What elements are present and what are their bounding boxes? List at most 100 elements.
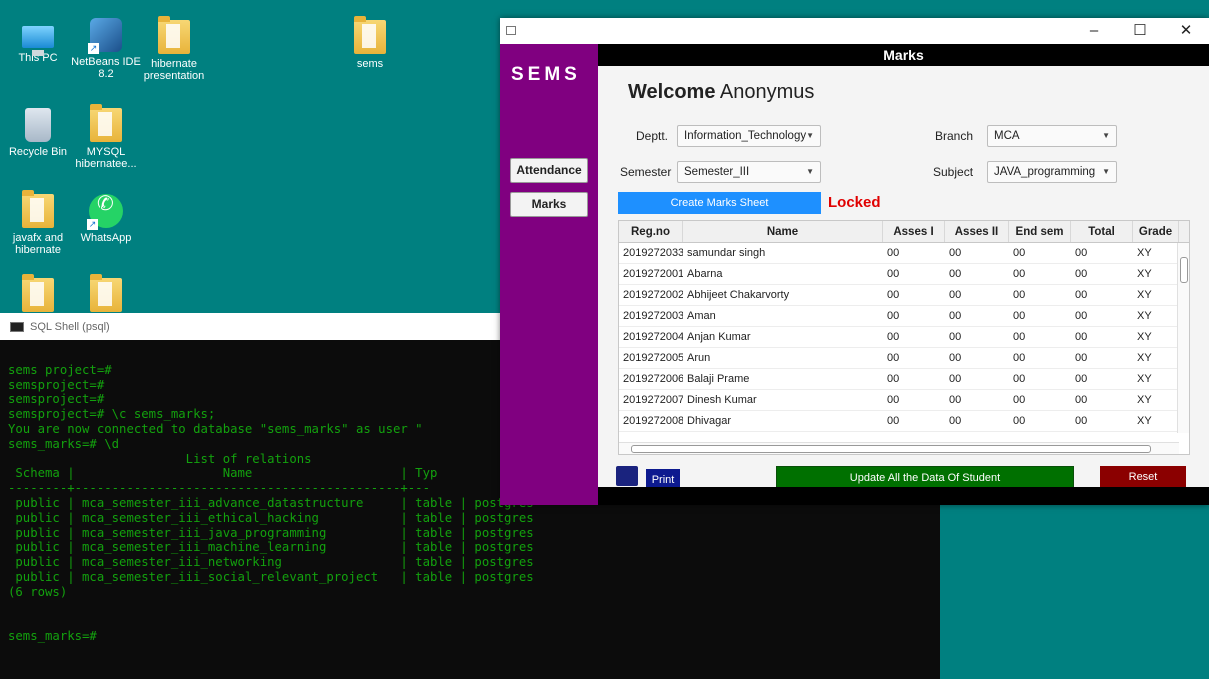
terminal-line: public | mca_semester_iii_machine_learni…	[8, 540, 534, 555]
table-cell: Dhivagar	[687, 415, 732, 427]
chevron-down-icon: ▼	[1102, 167, 1110, 176]
semester-select[interactable]: Semester_III ▼	[677, 161, 821, 183]
table-cell: 2019272002	[623, 289, 683, 301]
table-row[interactable]: 2019272004 Anjan Kumar 00 00 00 00 XY	[619, 327, 1189, 348]
table-cell: 00	[949, 373, 962, 385]
desktop-icon-netbeans[interactable]: NetBeans IDE 8.2	[70, 18, 142, 80]
table-cell: 00	[887, 415, 900, 427]
table-cell: 00	[1013, 289, 1026, 301]
vertical-scrollbar[interactable]	[1177, 243, 1189, 433]
folder-icon	[22, 190, 54, 228]
horizontal-scrollbar[interactable]	[619, 442, 1179, 454]
desktop-icon-label: hibernate presentation	[143, 58, 205, 82]
subject-select[interactable]: JAVA_programming ▼	[987, 161, 1117, 183]
column-header[interactable]: Total	[1071, 221, 1133, 242]
main-panel: Marks Welcome Anonymus Deptt. Informatio…	[598, 44, 1209, 505]
deptt-label: Deptt.	[636, 129, 669, 143]
desktop-icon-mysql-hibernate[interactable]: MYSQL hibernatee...	[70, 104, 142, 170]
terminal-line: public | mca_semester_iii_ethical_hackin…	[8, 510, 534, 525]
attendance-button[interactable]: Attendance	[510, 158, 588, 183]
table-row[interactable]: 2019272002 Abhijeet Chakarvorty 00 00 00 00 XY	[619, 285, 1189, 306]
subject-label: Subject	[933, 165, 974, 179]
table-cell: XY	[1137, 394, 1152, 406]
table-cell: 00	[887, 289, 900, 301]
branch-select[interactable]: MCA ▼	[987, 125, 1117, 147]
user-name: Anonymus	[719, 81, 815, 103]
table-cell: 2019272004	[623, 331, 683, 343]
minimize-button[interactable]: –	[1071, 18, 1117, 44]
reset-button[interactable]: Reset	[1100, 466, 1186, 489]
table-cell: 00	[1075, 247, 1088, 259]
maximize-button[interactable]: ☐	[1117, 18, 1163, 44]
table-cell: 00	[1075, 268, 1088, 280]
welcome-label: Welcome	[628, 81, 716, 103]
table-cell: 00	[887, 268, 900, 280]
table-cell: 00	[949, 352, 962, 364]
subject-value: JAVA_programming	[994, 166, 1096, 178]
semester-value: Semester_III	[684, 166, 750, 178]
table-row[interactable]: 2019272033 samundar singh 00 00 00 00 XY	[619, 243, 1189, 264]
table-cell: 00	[949, 268, 962, 280]
table-row[interactable]: 2019272005 Arun 00 00 00 00 XY	[619, 348, 1189, 369]
desktop-icon-folder[interactable]	[2, 274, 74, 316]
table-cell: 00	[1075, 310, 1088, 322]
welcome-message: Welcome Anonymus	[628, 81, 814, 104]
table-cell: 00	[1013, 331, 1026, 343]
table-cell: 00	[887, 331, 900, 343]
table-cell: Arun	[687, 352, 711, 364]
scroll-thumb[interactable]	[631, 445, 1151, 453]
folder-icon	[90, 104, 122, 142]
column-header[interactable]: Asses I	[883, 221, 945, 242]
terminal-line: public | mca_semester_iii_java_programmi…	[8, 525, 534, 540]
semester-label: Semester	[620, 165, 672, 179]
table-cell: 00	[1075, 373, 1088, 385]
table-cell: 00	[1013, 415, 1026, 427]
page-title: Marks	[598, 44, 1209, 66]
desktop-icon-this-pc[interactable]: This PC	[2, 20, 74, 64]
desktop-icon-recycle-bin[interactable]: Recycle Bin	[2, 108, 74, 158]
desktop-icon-javafx-hibernate[interactable]: javafx and hibernate	[2, 190, 74, 256]
marks-table[interactable]: Reg.no Name Asses I Asses II End sem Tot…	[618, 220, 1190, 455]
column-header[interactable]: Asses II	[945, 221, 1009, 242]
desktop-icon-label: MYSQL hibernatee...	[75, 146, 137, 170]
table-cell: XY	[1137, 310, 1152, 322]
close-button[interactable]: ✕	[1163, 18, 1209, 44]
table-body: 2019272033 samundar singh 00 00 00 00 XY 201927…	[619, 243, 1189, 432]
table-row[interactable]: 2019272001 Abarna 00 00 00 00 XY	[619, 264, 1189, 285]
desktop-icon-sems[interactable]: sems	[334, 16, 406, 70]
table-cell: 2019272008	[623, 415, 683, 427]
table-cell: 00	[949, 331, 962, 343]
table-cell: 2019272005	[623, 352, 683, 364]
create-marks-sheet-button[interactable]: Create Marks Sheet	[618, 192, 821, 214]
table-row[interactable]: 2019272003 Aman 00 00 00 00 XY	[619, 306, 1189, 327]
table-cell: 00	[949, 310, 962, 322]
column-header[interactable]: Name	[683, 221, 883, 242]
desktop-icon-whatsapp[interactable]: WhatsApp	[70, 194, 142, 244]
sems-window[interactable]: – ☐ ✕ SEMS Attendance Marks Marks Welcom…	[500, 18, 1209, 505]
marks-button[interactable]: Marks	[510, 192, 588, 217]
table-cell: Dinesh Kumar	[687, 394, 757, 406]
column-header[interactable]: Grade	[1133, 221, 1179, 242]
sems-titlebar[interactable]: – ☐ ✕	[500, 18, 1209, 44]
desktop-icon-label: Recycle Bin	[8, 146, 68, 158]
table-cell: XY	[1137, 331, 1152, 343]
column-header[interactable]: End sem	[1009, 221, 1071, 242]
table-row[interactable]: 2019272008 Dhivagar 00 00 00 00 XY	[619, 411, 1189, 432]
window-controls: – ☐ ✕	[1071, 18, 1209, 44]
app-logo: SEMS	[511, 64, 581, 85]
deptt-select[interactable]: Information_Technology ▼	[677, 125, 821, 147]
table-row[interactable]: 2019272007 Dinesh Kumar 00 00 00 00 XY	[619, 390, 1189, 411]
desktop-icon-folder[interactable]	[70, 274, 142, 316]
table-cell: Abhijeet Chakarvorty	[687, 289, 790, 301]
column-header[interactable]: Reg.no	[619, 221, 683, 242]
terminal-line: public | mca_semester_iii_networking | t…	[8, 555, 534, 570]
table-cell: samundar singh	[687, 247, 766, 259]
table-cell: 00	[949, 289, 962, 301]
scroll-thumb[interactable]	[1180, 257, 1188, 283]
update-all-button[interactable]: Update All the Data Of Student	[776, 466, 1074, 489]
desktop-icon-hibernate-presentation[interactable]: hibernate presentation	[138, 16, 210, 82]
table-cell: 00	[1013, 268, 1026, 280]
printer-icon[interactable]	[616, 466, 638, 486]
table-row[interactable]: 2019272006 Balaji Prame 00 00 00 00 XY	[619, 369, 1189, 390]
